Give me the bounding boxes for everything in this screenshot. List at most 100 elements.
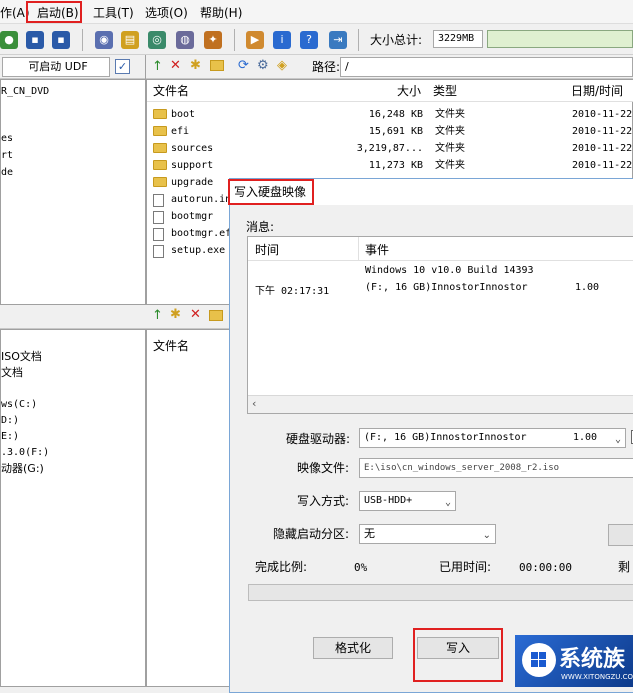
file-name: support (171, 160, 214, 171)
tree-item[interactable]: de (1, 164, 13, 181)
hidden-partition-select[interactable]: 无 ⌄ (359, 524, 496, 544)
tree-item[interactable]: R_CN_DVD (1, 83, 49, 100)
burn-icon[interactable]: ◉ (95, 31, 113, 49)
toolbar-separator (82, 29, 83, 51)
up-arrow-icon[interactable]: ↑ (152, 59, 163, 74)
col-name[interactable]: 文件名 (153, 80, 189, 102)
menu-help[interactable]: 帮助(H) (200, 5, 242, 21)
log-col-divider (358, 237, 359, 261)
access-button[interactable] (608, 524, 633, 546)
file-row[interactable]: efi 15,691 KB 文件夹 2010-11-22 (147, 123, 632, 140)
menu-bar: 作(A) 启动(B) 工具(T) 选项(O) 帮助(H) (0, 0, 633, 24)
file-date: 2010-11-22 (572, 143, 633, 154)
log-col-time[interactable]: 时间 (255, 242, 279, 258)
properties-icon[interactable]: ▶ (246, 31, 264, 49)
col-date[interactable]: 日期/时间 (571, 80, 623, 102)
file-type: 文件夹 (435, 160, 465, 171)
tree-item[interactable]: rt (1, 147, 13, 164)
cd-icon[interactable]: ◍ (176, 31, 194, 49)
file-icon (153, 228, 164, 241)
compress-icon[interactable]: ✦ (204, 31, 222, 49)
folder-icon[interactable] (209, 310, 223, 321)
watermark-brand: 系统族 (559, 647, 626, 672)
dialog-titlebar: 写入硬盘映像 (228, 179, 633, 205)
file-row[interactable]: boot 16,248 KB 文件夹 2010-11-22 (147, 106, 632, 123)
log-event: Windows 10 v10.0 Build 14393 (365, 265, 534, 276)
chevron-down-icon: ⌄ (614, 434, 621, 445)
image-file-field[interactable]: E:\iso\cn_windows_server_2008_r2.iso (359, 458, 633, 478)
view-icon[interactable]: ◈ (277, 58, 287, 73)
log-extra: 1.00 (575, 282, 600, 293)
new-folder-icon[interactable]: ✱ (170, 307, 181, 322)
file-date: 2010-11-22 (572, 109, 633, 120)
tree-item[interactable]: 文档 (1, 364, 23, 381)
file-icon (153, 211, 164, 224)
file-size: 15,691 KB (368, 126, 423, 137)
log-hscrollbar[interactable]: ‹ (248, 395, 633, 413)
folder-icon[interactable] (210, 60, 224, 71)
watermark-url: WWW.XITONGZU.COM (561, 673, 633, 681)
dialog-title: 写入硬盘映像 (234, 185, 307, 199)
file-row[interactable]: support 11,273 KB 文件夹 2010-11-22 (147, 157, 632, 174)
save-as-icon[interactable]: ▪ (52, 31, 70, 49)
tree-item[interactable]: es (1, 130, 13, 147)
windows-logo-icon (522, 643, 556, 677)
write-mode-select[interactable]: USB-HDD+ ⌄ (359, 491, 456, 511)
log-col-event[interactable]: 事件 (365, 242, 389, 258)
volume-check-icon[interactable]: ✓ (115, 59, 130, 74)
hidden-partition-label: 隐藏启动分区: (273, 527, 350, 541)
left-bottom-toolbar (0, 305, 146, 329)
col-type[interactable]: 类型 (433, 80, 457, 102)
file-type: 文件夹 (435, 143, 465, 154)
file-name: sources (171, 143, 214, 154)
help-icon[interactable]: ? (300, 31, 318, 49)
folder-icon (153, 160, 167, 170)
delete-icon[interactable]: ✕ (170, 58, 181, 73)
capacity-bar (487, 30, 633, 48)
toolbar: ● ▪ ▪ ◉ ▤ ◎ ◍ ✦ ▶ i ? ⇥ 大小总计: 3229MB (0, 25, 633, 55)
messages-label: 消息: (246, 220, 275, 234)
elapsed-label: 已用时间: (439, 560, 492, 574)
file-row[interactable]: sources 3,219,87... 文件夹 2010-11-22 (147, 140, 632, 157)
exit-icon[interactable]: ⇥ (329, 31, 347, 49)
tree-item[interactable]: ws(C:) (1, 396, 37, 413)
settings-icon[interactable]: ⚙ (257, 58, 269, 73)
drive-value: (F:, 16 GB)InnostorInnostor (364, 432, 527, 443)
menu-tools[interactable]: 工具(T) (93, 5, 134, 21)
image-file-label: 映像文件: (297, 461, 350, 475)
tree-item[interactable]: .3.0(F:) (1, 444, 49, 461)
tree-item[interactable]: D:) (1, 412, 19, 429)
open-icon[interactable]: ▤ (121, 31, 139, 49)
file-date: 2010-11-22 (572, 160, 633, 171)
file-size: 3,219,87... (356, 143, 423, 154)
file-date: 2010-11-22 (572, 126, 633, 137)
hidden-partition-value: 无 (364, 527, 375, 540)
col-size[interactable]: 大小 (397, 80, 421, 102)
write-disk-image-dialog: 写入硬盘映像 消息: 时间 事件 Windows 10 v10.0 Build … (228, 178, 633, 693)
new-folder-icon[interactable]: ✱ (190, 58, 201, 73)
save-icon[interactable]: ▪ (26, 31, 44, 49)
drive-select[interactable]: (F:, 16 GB)InnostorInnostor 1.00 ⌄ (359, 428, 626, 448)
up-arrow-icon[interactable]: ↑ (152, 308, 163, 323)
menu-options[interactable]: 选项(O) (145, 5, 188, 21)
size-total-label: 大小总计: (370, 33, 423, 47)
menu-highlight (26, 1, 82, 23)
progress-label: 完成比例: (255, 560, 308, 574)
format-button[interactable]: 格式化 (313, 637, 393, 659)
info-icon[interactable]: i (273, 31, 291, 49)
new-icon[interactable]: ● (0, 31, 18, 49)
log-event: (F:, 16 GB)InnostorInnostor (365, 282, 528, 293)
delete-icon[interactable]: ✕ (190, 307, 201, 322)
file-type: 文件夹 (435, 109, 465, 120)
mount-icon[interactable]: ◎ (148, 31, 166, 49)
refresh-icon[interactable]: ⟳ (238, 58, 249, 73)
volume-label-field[interactable]: 可启动 UDF (2, 57, 110, 77)
write-mode-label: 写入方式: (297, 494, 350, 508)
tree-item[interactable]: 动器(G:) (1, 460, 44, 477)
scroll-left-icon[interactable]: ‹ (252, 397, 256, 410)
tree-item[interactable]: ISO文档 (1, 348, 42, 365)
elapsed-value: 00:00:00 (519, 561, 572, 574)
path-field[interactable]: / (340, 57, 633, 77)
tree-item[interactable]: E:) (1, 428, 19, 445)
col-name[interactable]: 文件名 (153, 338, 189, 354)
